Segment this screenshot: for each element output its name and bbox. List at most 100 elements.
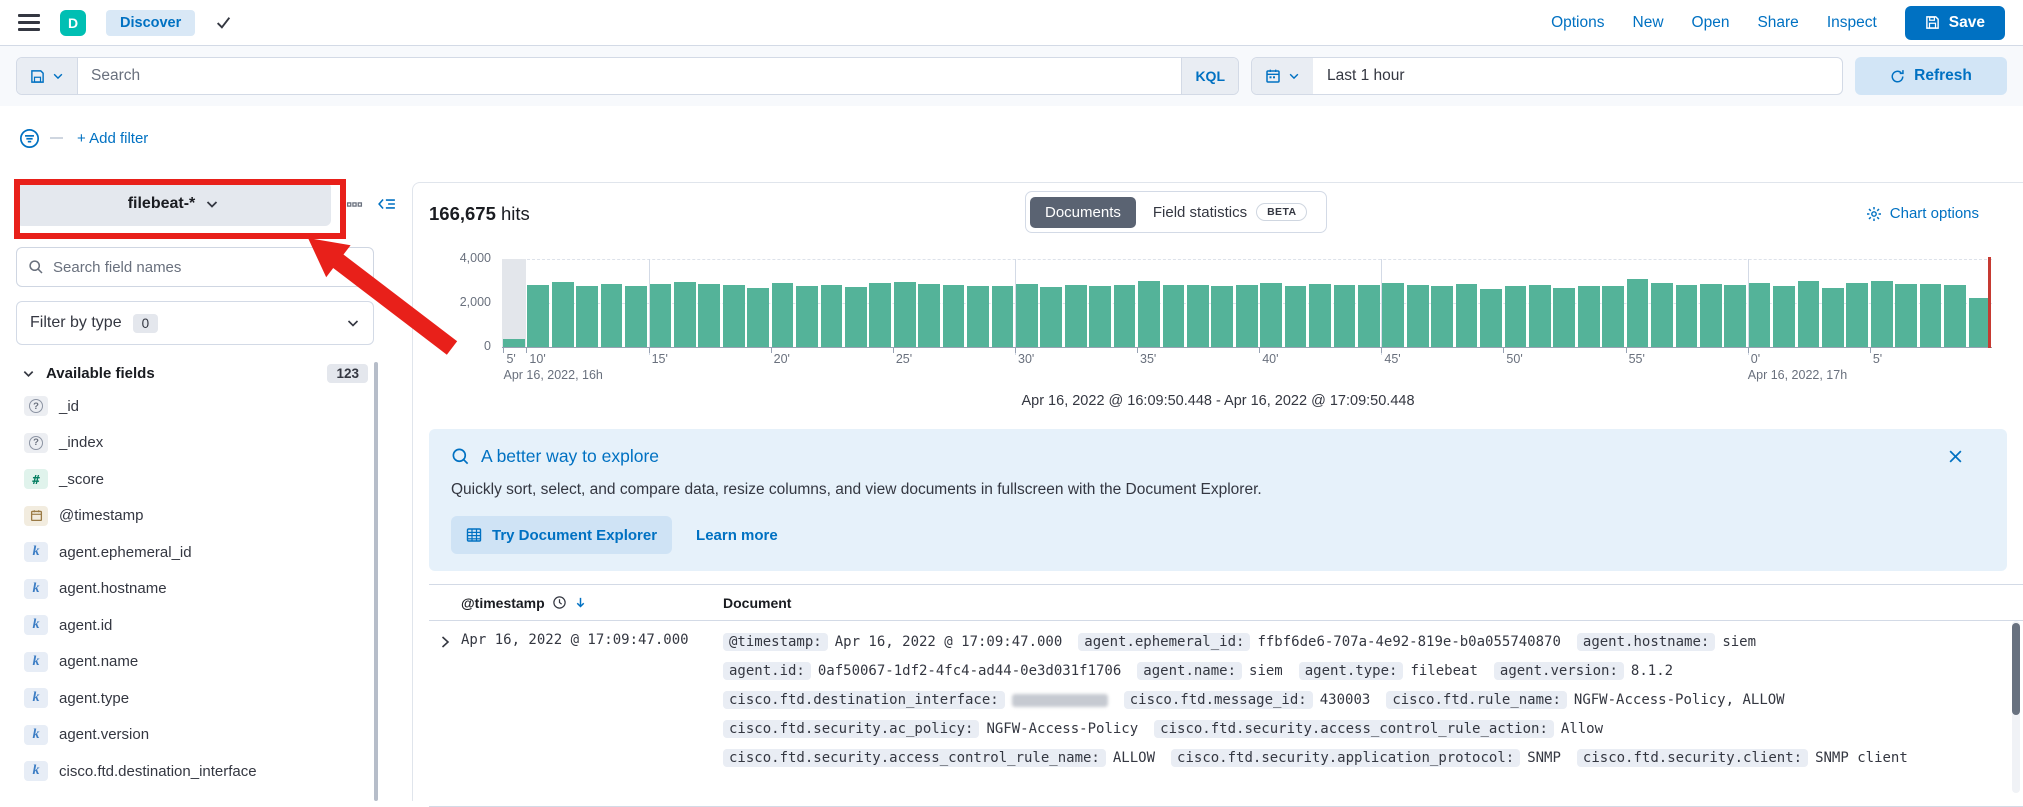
document-field-line: agent.id: 0af50067-1df2-4fc4-ad44-0e3d031…: [723, 661, 2023, 682]
refresh-button[interactable]: Refresh: [1855, 57, 2007, 95]
refresh-icon: [1890, 69, 1905, 84]
calendar-icon: [1265, 68, 1281, 84]
timestamp-column-header[interactable]: @timestamp: [461, 595, 723, 611]
search-input[interactable]: [78, 58, 1182, 94]
field-cisco.ftd.destination_interface[interactable]: k cisco.ftd.destination_interface: [16, 753, 396, 790]
time-range-value[interactable]: Last 1 hour: [1313, 58, 1419, 94]
field-value: filebeat: [1410, 663, 1478, 679]
histogram-bar: [1260, 283, 1282, 347]
histogram-bar: [1357, 285, 1380, 347]
scrollbar-thumb[interactable]: [2012, 623, 2020, 715]
x-tick-mark: [503, 347, 505, 353]
query-language-button[interactable]: KQL: [1181, 58, 1238, 94]
collapse-sidebar-icon[interactable]: [378, 195, 396, 213]
field-name-pill: cisco.ftd.message_id:: [1123, 691, 1313, 709]
add-filter-button[interactable]: + Add filter: [77, 130, 148, 147]
x-axis-label: 15': [651, 352, 668, 366]
hits-histogram[interactable]: 0 2,000 4,000 5' Apr 16, 2022, 16h 10' 15' 20' 2…: [413, 249, 2023, 389]
save-icon: [1925, 15, 1940, 30]
index-options-icon[interactable]: [346, 196, 363, 213]
histogram-bar: [869, 283, 892, 347]
histogram-bar: [1822, 288, 1844, 347]
date-picker-menu-button[interactable]: [1252, 58, 1313, 94]
saved-query-menu-button[interactable]: [17, 58, 78, 94]
field-name-label: agent.version: [59, 726, 150, 744]
field-name-pill: agent.ephemeral_id:: [1078, 633, 1251, 651]
histogram-bar: [1333, 285, 1356, 347]
histogram-bar: [625, 286, 647, 347]
filter-icon[interactable]: [19, 128, 40, 149]
keyword-field-icon: k: [24, 688, 48, 709]
tab-documents[interactable]: Documents: [1030, 196, 1136, 228]
document-timestamp: Apr 16, 2022 @ 17:09:47.000: [461, 632, 689, 648]
field-name-pill: cisco.ftd.security.client:: [1576, 749, 1809, 767]
gear-icon: [1866, 206, 1882, 222]
field-search-box: [16, 247, 374, 287]
field-search-input[interactable]: [53, 258, 362, 276]
field-name-label: _index: [59, 434, 104, 452]
learn-more-link[interactable]: Learn more: [696, 527, 778, 544]
field-value: SNMP client: [1815, 750, 1908, 766]
x-axis-label: 30': [1018, 352, 1035, 366]
histogram-bar: [1968, 298, 1991, 347]
field-agent.type[interactable]: k agent.type: [16, 680, 396, 717]
field-agent.id[interactable]: k agent.id: [16, 607, 396, 644]
main-scrollbar[interactable]: [2012, 621, 2020, 793]
document-field-line: cisco.ftd.destination_interface: cisco.ft…: [723, 690, 2023, 711]
field-_index[interactable]: ? _index: [16, 425, 396, 462]
date-field-icon: [24, 505, 48, 526]
field-agent.version[interactable]: k agent.version: [16, 717, 396, 754]
current-time-marker: [1988, 257, 1992, 348]
chart-options-button[interactable]: Chart options: [1866, 205, 1979, 222]
histogram-bar: [1773, 286, 1795, 347]
y-axis-label: 0: [484, 339, 491, 353]
close-icon[interactable]: [1948, 449, 1963, 464]
field-_id[interactable]: ? _id: [16, 388, 396, 425]
field-name-pill: agent.hostname:: [1576, 633, 1716, 651]
histogram-bar: [1553, 288, 1576, 347]
nav-link-inspect[interactable]: Inspect: [1827, 14, 1877, 32]
sort-descending-icon[interactable]: [574, 596, 587, 609]
filter-by-type-dropdown[interactable]: Filter by type 0: [16, 301, 374, 345]
field-name-label: agent.type: [59, 689, 130, 707]
document-source: @timestamp: Apr 16, 2022 @ 17:09:47.000 ag…: [723, 632, 2023, 806]
sidebar-scrollbar[interactable]: [374, 362, 378, 801]
available-fields-count-badge: 123: [327, 364, 368, 383]
field-agent.ephemeral_id[interactable]: k agent.ephemeral_id: [16, 534, 396, 571]
field-value: ALLOW: [1112, 750, 1156, 766]
histogram-bar: [1211, 286, 1234, 347]
app-logo[interactable]: D: [60, 9, 86, 36]
histogram-bar: [1699, 284, 1722, 347]
try-document-explorer-button[interactable]: Try Document Explorer: [451, 516, 673, 554]
nav-link-share[interactable]: Share: [1757, 14, 1798, 32]
nav-link-new[interactable]: New: [1633, 14, 1664, 32]
histogram-bar: [674, 282, 696, 347]
field-name-pill: agent.id:: [723, 662, 811, 680]
x-axis-date-label: Apr 16, 2022, 17h: [1747, 368, 1848, 382]
histogram-bar: [1919, 284, 1942, 347]
histogram-bar: [1626, 279, 1649, 347]
field-_score[interactable]: # _score: [16, 461, 396, 498]
breadcrumb[interactable]: Discover: [106, 9, 196, 36]
field-agent.name[interactable]: k agent.name: [16, 644, 396, 681]
document-field-line: cisco.ftd.security.access_control_rule_n…: [723, 748, 2023, 769]
chevron-down-icon: [1288, 70, 1300, 82]
field-@timestamp[interactable]: @timestamp: [16, 498, 396, 535]
tab-field-statistics[interactable]: Field statistics BETA: [1138, 196, 1323, 228]
chevron-down-icon: [346, 316, 360, 330]
document-field-line: @timestamp: Apr 16, 2022 @ 17:09:47.000 ag…: [723, 632, 2023, 653]
nav-link-options[interactable]: Options: [1551, 14, 1604, 32]
histogram-bar: [551, 282, 574, 347]
divider: [50, 137, 63, 139]
field-name-label: agent.ephemeral_id: [59, 543, 192, 561]
available-fields-header[interactable]: Available fields 123: [16, 364, 396, 383]
expand-row-icon[interactable]: [429, 632, 461, 806]
field-agent.hostname[interactable]: k agent.hostname: [16, 571, 396, 608]
x-tick-mark: [770, 347, 772, 353]
document-explorer-callout: A better way to explore Quickly sort, se…: [429, 429, 2007, 571]
menu-icon[interactable]: [18, 14, 40, 31]
nav-link-open[interactable]: Open: [1692, 14, 1730, 32]
histogram-bar: [600, 284, 623, 347]
save-button[interactable]: Save: [1904, 5, 2005, 40]
index-pattern-switcher[interactable]: filebeat-*: [16, 182, 331, 226]
